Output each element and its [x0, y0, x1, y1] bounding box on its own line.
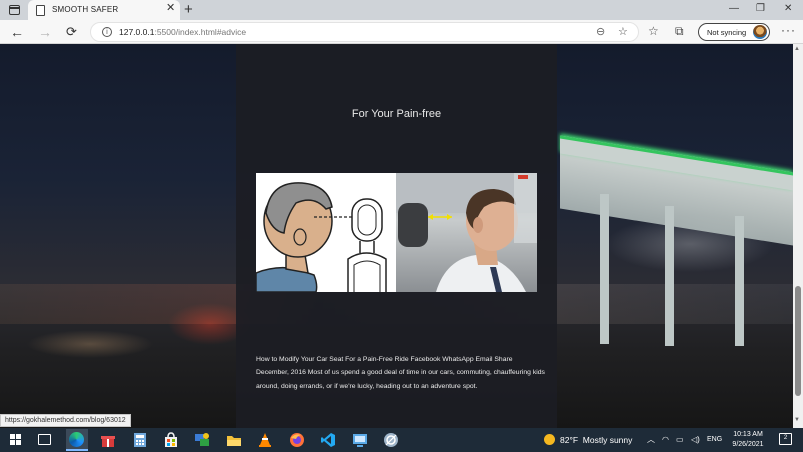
zoom-icon[interactable]: ⊖: [596, 25, 605, 38]
url-text[interactable]: 127.0.0.1:5500/index.html#advice: [119, 27, 246, 37]
profile-sync-button[interactable]: Not syncing: [698, 23, 770, 41]
headrest-illustration: [256, 173, 396, 292]
settings-menu-icon[interactable]: ···: [781, 23, 796, 37]
clock-time: 10:13 AM: [733, 431, 763, 438]
forward-button[interactable]: →: [38, 23, 52, 41]
tab-strip: SMOOTH SAFER ✕ + — ❐ ✕: [0, 0, 803, 20]
scroll-down-icon[interactable]: ▼: [794, 417, 800, 423]
tab-actions-icon[interactable]: [9, 5, 20, 15]
site-info-icon[interactable]: i: [102, 27, 112, 37]
page-scrollbar[interactable]: ▲ ▼: [793, 44, 803, 428]
browser-tab[interactable]: SMOOTH SAFER ✕: [28, 0, 180, 20]
refresh-button[interactable]: ⟳: [66, 23, 77, 41]
firefox-icon[interactable]: [289, 432, 305, 448]
page-favicon-icon: [36, 5, 45, 16]
restore-button[interactable]: ❐: [756, 3, 765, 15]
edge-icon[interactable]: [66, 429, 88, 451]
address-bar[interactable]: i 127.0.0.1:5500/index.html#advice ⊖ ☆: [90, 22, 639, 42]
vlc-icon[interactable]: [257, 432, 273, 448]
windows-taskbar: 82°F Mostly sunny ︿ ◠ ▭ ◁) ENG 10:13 AM …: [0, 428, 803, 452]
sync-label: Not syncing: [707, 28, 747, 37]
battery-icon[interactable]: ▭: [676, 434, 684, 446]
url-path: :5500/index.html#advice: [154, 27, 247, 37]
sun-icon: [544, 434, 555, 445]
collections-icon[interactable]: ⧉: [675, 24, 684, 38]
windows-start-icon[interactable]: [10, 434, 21, 445]
network-icon[interactable]: ◠: [662, 434, 669, 446]
vscode-icon[interactable]: [320, 432, 336, 448]
volume-icon[interactable]: ◁): [691, 434, 700, 446]
chevron-up-icon[interactable]: ︿: [647, 434, 655, 446]
gift-icon[interactable]: [100, 432, 116, 448]
driver-photo: [396, 173, 537, 292]
toolbar: ← → ⟳ i 127.0.0.1:5500/index.html#advice…: [0, 20, 803, 44]
clock-date: 9/26/2021: [732, 441, 764, 448]
close-window-button[interactable]: ✕: [784, 3, 792, 15]
new-tab-button[interactable]: +: [184, 1, 193, 19]
url-host: 127.0.0.1: [119, 27, 155, 37]
minimize-button[interactable]: —: [729, 3, 739, 15]
canopy-pillar: [735, 216, 744, 346]
add-favorite-icon[interactable]: ☆: [618, 25, 628, 38]
article-excerpt: How to Modify Your Car Seat For a Pain-F…: [256, 356, 545, 390]
weather-widget[interactable]: 82°F Mostly sunny: [544, 434, 632, 445]
weather-desc: Mostly sunny: [582, 435, 633, 445]
calculator-icon[interactable]: [132, 432, 148, 448]
snipping-tool-icon[interactable]: [383, 432, 399, 448]
notification-center-icon[interactable]: 2: [779, 433, 792, 445]
remote-desktop-icon[interactable]: [352, 432, 368, 448]
weather-temp: 82°F: [560, 435, 579, 445]
tab-close-icon[interactable]: ✕: [166, 3, 175, 14]
advice-image: [256, 173, 537, 292]
link-hover-status: https://gokhalemethod.com/blog/63012: [0, 414, 131, 427]
favorites-icon[interactable]: ☆: [648, 24, 659, 38]
scroll-up-icon[interactable]: ▲: [794, 46, 800, 52]
scroll-thumb[interactable]: [795, 286, 801, 396]
back-button[interactable]: ←: [10, 23, 24, 41]
language-indicator[interactable]: ENG: [707, 434, 722, 446]
network-app-icon[interactable]: [194, 432, 210, 448]
file-explorer-icon[interactable]: [226, 432, 242, 448]
canopy-pillar: [665, 206, 674, 346]
section-title: For Your Pain-free: [351, 108, 442, 120]
page-viewport: For Your Pain-free How to Modify Your Ca…: [0, 44, 793, 428]
avatar: [753, 25, 767, 39]
tab-title: SMOOTH SAFER: [52, 5, 119, 14]
canopy-pillar: [600, 194, 609, 344]
advice-section: For Your Pain-free How to Modify Your Ca…: [236, 44, 557, 428]
task-view-icon[interactable]: [38, 434, 51, 445]
system-clock[interactable]: 10:13 AM 9/26/2021: [722, 430, 774, 450]
store-icon[interactable]: [163, 432, 179, 448]
